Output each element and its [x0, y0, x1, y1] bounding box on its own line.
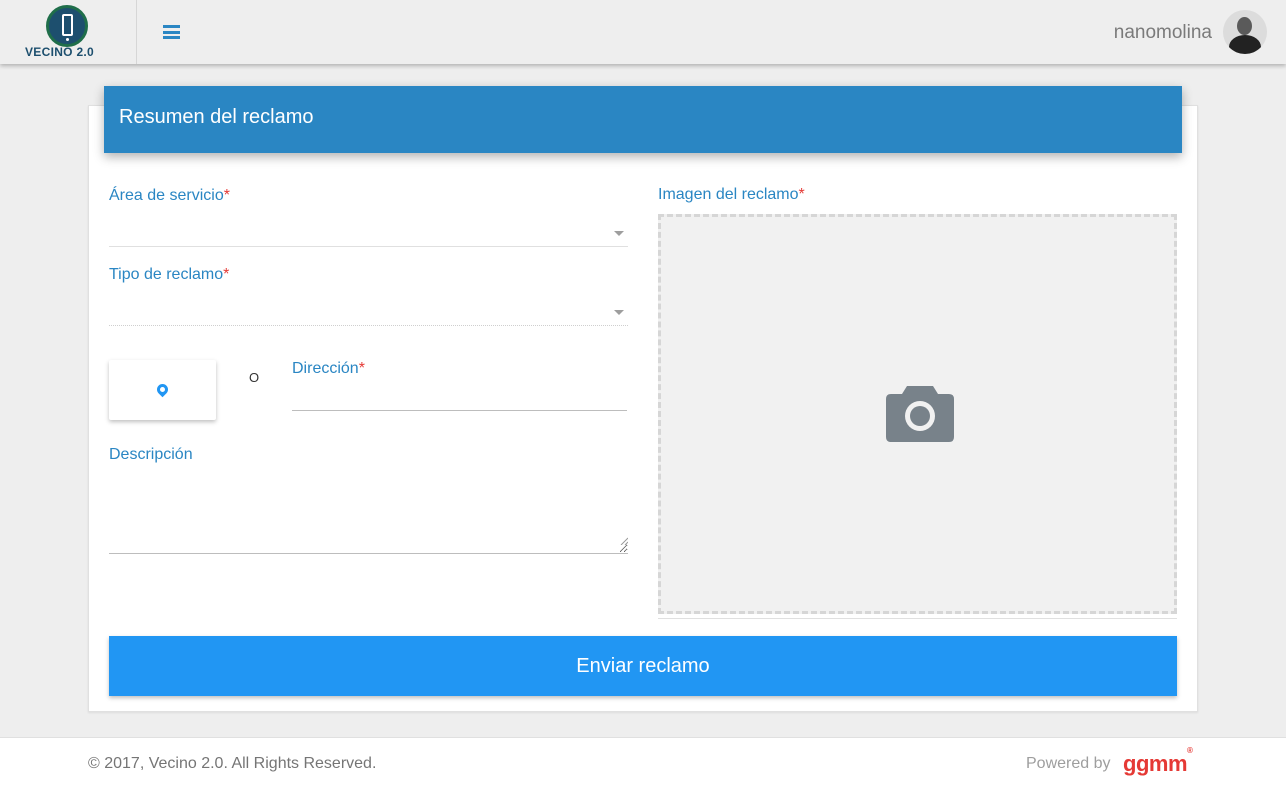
powered-by-text: Powered by [1026, 755, 1111, 772]
footer: © 2017, Vecino 2.0. All Rights Reserved.… [0, 737, 1286, 797]
card-header: Resumen del reclamo [104, 86, 1182, 153]
card-title: Resumen del reclamo [119, 106, 314, 128]
locate-button[interactable] [109, 360, 216, 420]
username[interactable]: nanomolina [1114, 22, 1212, 44]
ggmm-logo[interactable]: ggmm® [1123, 746, 1193, 777]
copyright-text: © 2017, Vecino 2.0. All Rights Reserved. [88, 755, 377, 772]
imagen-label: Imagen del reclamo* [658, 186, 805, 203]
user-avatar[interactable] [1223, 10, 1267, 54]
app-logo[interactable]: VECINO 2.0 [0, 0, 137, 64]
tipo-select[interactable] [109, 291, 628, 327]
phone-logo-icon [46, 5, 88, 47]
resize-handle-icon[interactable] [620, 537, 628, 545]
submit-button[interactable]: Enviar reclamo [109, 636, 1177, 696]
or-separator: O [249, 370, 260, 385]
camera-icon [886, 386, 954, 442]
map-marker-icon [154, 381, 171, 398]
area-select[interactable] [109, 212, 628, 248]
tipo-label: Tipo de reclamo* [109, 266, 230, 283]
menu-icon[interactable] [163, 25, 180, 39]
descripcion-textarea[interactable] [109, 484, 628, 554]
descripcion-label: Descripción [109, 446, 193, 463]
direccion-label: Dirección* [292, 360, 365, 377]
direccion-input[interactable] [292, 384, 627, 411]
chevron-down-icon [614, 231, 624, 236]
top-navbar: VECINO 2.0 nanomolina [0, 0, 1286, 64]
chevron-down-icon [614, 310, 624, 315]
image-dropzone[interactable] [658, 214, 1177, 614]
logo-text: VECINO 2.0 [25, 45, 95, 59]
area-label: Área de servicio* [109, 187, 230, 204]
